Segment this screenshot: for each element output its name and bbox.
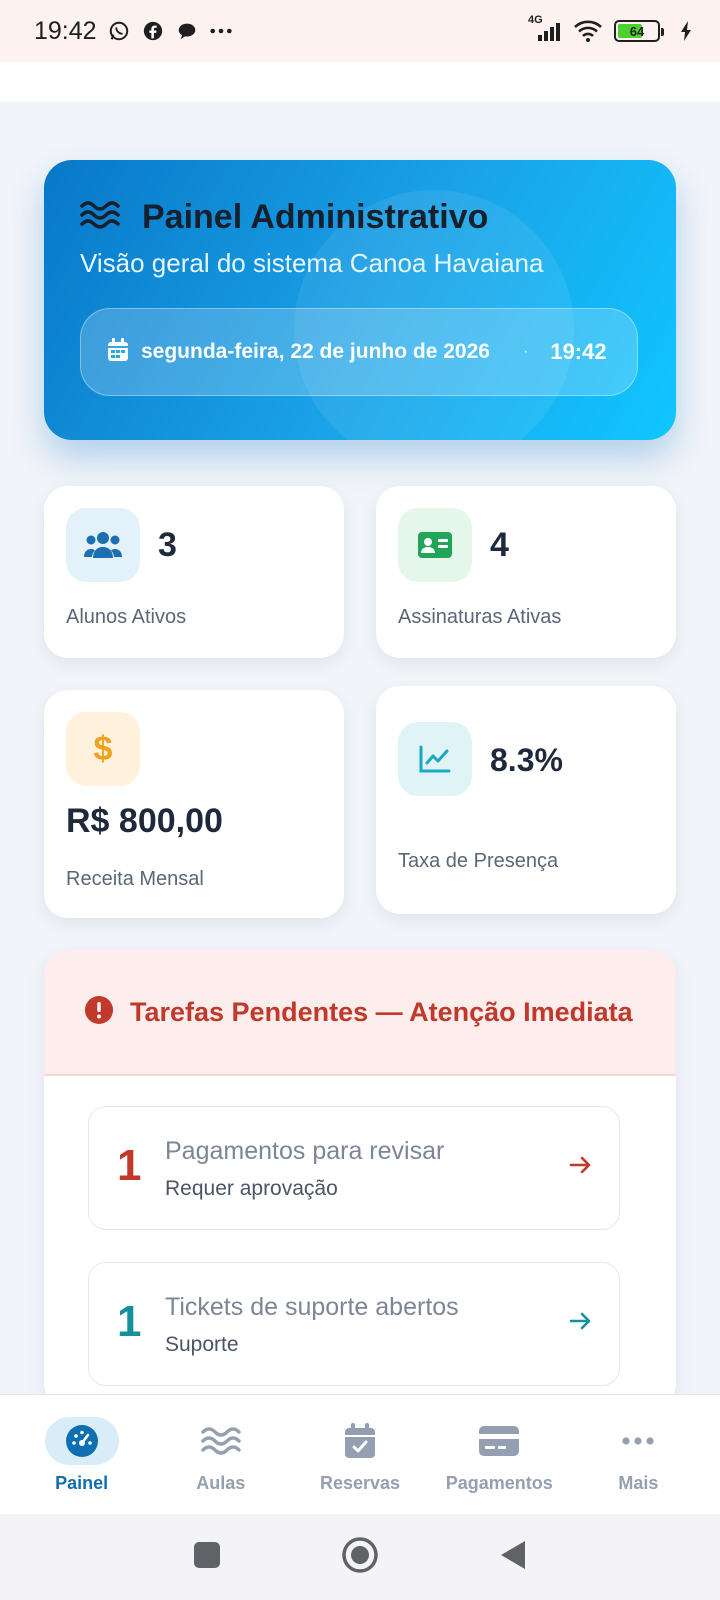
- page-title: Painel Administrativo: [142, 198, 489, 236]
- stat-label: Taxa de Presença: [398, 850, 559, 872]
- task-title: Pagamentos para revisar: [165, 1137, 445, 1165]
- app-header: [0, 62, 720, 102]
- page-subtitle: Visão geral do sistema Canoa Havaiana: [80, 248, 544, 278]
- status-time: 19:42: [34, 16, 97, 45]
- hero-card: Painel Administrativo Visão geral do sis…: [44, 160, 676, 440]
- signal-icon: 4G: [528, 14, 562, 42]
- arrow-right-icon: [569, 1155, 593, 1180]
- wifi-icon: [572, 19, 604, 43]
- whatsapp-icon: [107, 19, 131, 43]
- arrow-right-icon: [569, 1311, 593, 1336]
- nav-label: Mais: [618, 1473, 659, 1493]
- stat-value: R$ 800,00: [66, 802, 223, 840]
- stat-card-receita[interactable]: $ R$ 800,00 Receita Mensal: [44, 690, 344, 918]
- battery-level: 64: [629, 23, 645, 39]
- id-card-icon: [398, 508, 472, 582]
- date-separator: ·: [523, 343, 529, 360]
- chat-bubble-icon: [175, 19, 199, 43]
- facebook-icon: [141, 19, 165, 43]
- calendar-icon: [107, 337, 129, 367]
- dollar-icon: $: [66, 712, 140, 786]
- current-date: segunda-feira, 22 de junho de 2026: [141, 340, 490, 363]
- waves-icon: [184, 1417, 258, 1465]
- nav-item-reservas[interactable]: Reservas: [290, 1395, 429, 1514]
- stat-label: Alunos Ativos: [66, 606, 187, 628]
- stat-card-presenca[interactable]: 8.3% Taxa de Presença: [376, 686, 676, 914]
- battery-icon: 64: [614, 20, 664, 42]
- pending-tasks-panel: Tarefas Pendentes — Atenção Imediata 1 P…: [44, 950, 676, 1410]
- stat-value: 4: [490, 526, 509, 564]
- current-time: 19:42: [550, 339, 607, 364]
- status-bar: 19:42 4G 64: [0, 0, 720, 62]
- chart-line-icon: [398, 722, 472, 796]
- nav-label: Painel: [55, 1473, 109, 1493]
- nav-item-painel[interactable]: Painel: [12, 1395, 151, 1514]
- alert-icon: [84, 995, 114, 1030]
- task-subtitle: Requer aprovação: [165, 1177, 338, 1200]
- pending-tasks-header: Tarefas Pendentes — Atenção Imediata: [44, 950, 676, 1076]
- task-title: Tickets de suporte abertos: [165, 1293, 459, 1321]
- credit-card-icon: [462, 1417, 536, 1465]
- stat-label: Assinaturas Ativas: [398, 606, 562, 628]
- task-item-tickets[interactable]: 1 Tickets de suporte abertos Suporte: [88, 1262, 620, 1386]
- nav-label: Pagamentos: [445, 1473, 553, 1493]
- calendar-check-icon: [323, 1417, 397, 1465]
- charging-bolt-icon: [674, 19, 698, 43]
- task-subtitle: Suporte: [165, 1333, 239, 1356]
- stat-label: Receita Mensal: [66, 868, 204, 890]
- bottom-navigation: Painel Aulas Reservas Pagamentos Mais: [0, 1394, 720, 1514]
- back-triangle-icon[interactable]: [499, 1539, 527, 1576]
- nav-item-aulas[interactable]: Aulas: [151, 1395, 290, 1514]
- system-navigation-bar: [0, 1514, 720, 1600]
- nav-item-pagamentos[interactable]: Pagamentos: [430, 1395, 569, 1514]
- stat-value: 8.3%: [490, 742, 563, 778]
- more-dots-icon: [601, 1417, 675, 1465]
- recents-square-icon[interactable]: [193, 1541, 221, 1574]
- task-count: 1: [117, 1297, 142, 1346]
- nav-item-mais[interactable]: Mais: [569, 1395, 708, 1514]
- dashboard-gauge-icon: [44, 1417, 119, 1465]
- pending-tasks-title: Tarefas Pendentes — Atenção Imediata: [130, 997, 633, 1027]
- home-circle-icon[interactable]: [341, 1536, 379, 1579]
- stat-card-alunos[interactable]: 3 Alunos Ativos: [44, 486, 344, 658]
- task-item-pagamentos[interactable]: 1 Pagamentos para revisar Requer aprovaç…: [88, 1106, 620, 1230]
- nav-label: Aulas: [196, 1473, 246, 1493]
- stat-value: 3: [158, 526, 177, 564]
- nav-label: Reservas: [319, 1473, 401, 1493]
- network-type: 4G: [528, 14, 543, 26]
- task-count: 1: [117, 1141, 142, 1190]
- date-time-box: segunda-feira, 22 de junho de 2026 · 19:…: [80, 308, 638, 396]
- more-notifications-icon: [209, 19, 233, 43]
- users-icon: [66, 508, 140, 582]
- stat-card-assinaturas[interactable]: 4 Assinaturas Ativas: [376, 486, 676, 658]
- waves-icon: [80, 200, 120, 235]
